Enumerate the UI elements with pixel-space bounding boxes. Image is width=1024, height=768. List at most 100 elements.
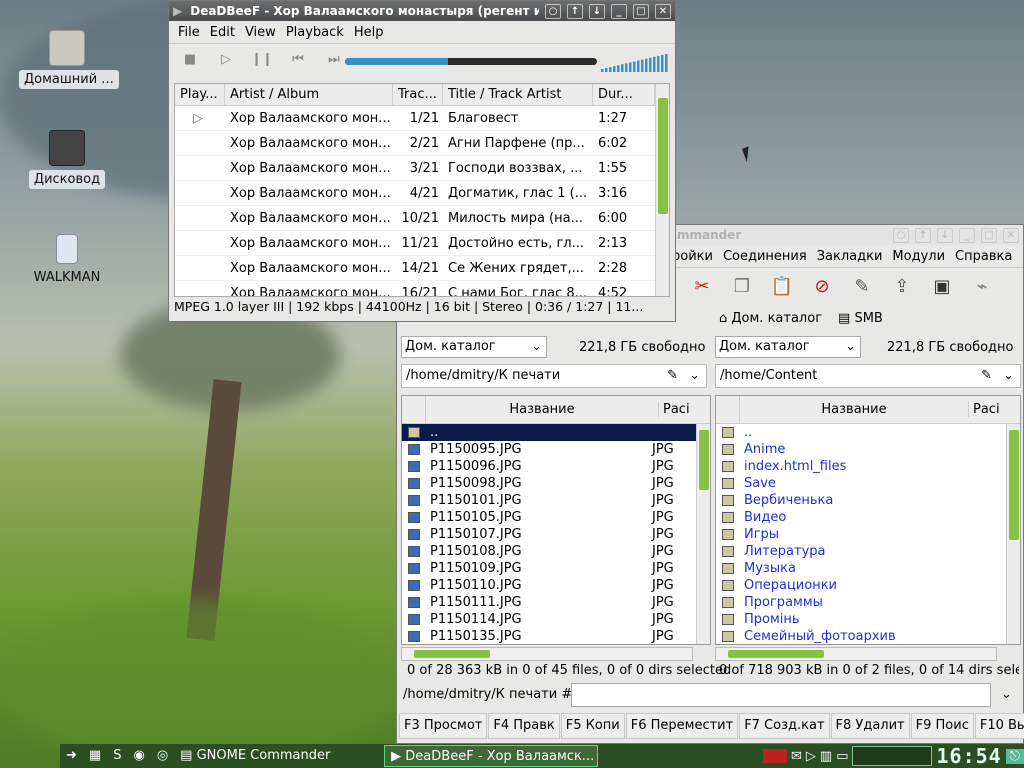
pause-icon[interactable]: ❙❙ <box>249 48 275 70</box>
terminal-icon[interactable]: ▣ <box>931 275 953 297</box>
copy-icon[interactable]: ❐ <box>731 275 753 297</box>
scroll-thumb[interactable] <box>658 98 668 214</box>
f3-view-button[interactable]: F3 Просмот <box>399 713 488 739</box>
chevron-down-icon[interactable]: ⌄ <box>1001 687 1012 702</box>
playlist-row[interactable]: Хор Валаамского мон... 16/21 С нами Бог, г… <box>175 281 669 296</box>
taskbar-item-deadbeef[interactable]: ▶ DeaDBeeF - Хор Валаамск... <box>384 745 599 767</box>
send-icon[interactable]: ⇪ <box>891 275 913 297</box>
previous-icon[interactable]: ⏮ <box>285 48 311 70</box>
menu-connections[interactable]: Соединения <box>718 249 812 264</box>
playlist-row[interactable]: ▷ Хор Валаамского мон... 1/21 Благовест 1:27 <box>175 106 669 131</box>
cut-icon[interactable]: ✂ <box>691 275 713 297</box>
menu-help[interactable]: Help <box>349 25 389 40</box>
menu-view[interactable]: View <box>240 25 281 40</box>
file-row[interactable]: P1150108.JPG JPG <box>402 543 710 560</box>
left-path[interactable]: /home/dmitry/К печати ✎ ⌄ <box>401 364 707 388</box>
playlist-row[interactable]: Хор Валаамского мон... 11/21 Достойно есть… <box>175 231 669 256</box>
playlist-row[interactable]: Хор Валаамского мон... 10/21 Милость мира … <box>175 206 669 231</box>
col-name-header[interactable]: Название <box>740 402 968 417</box>
f9-search-button[interactable]: F9 Поис <box>910 713 974 739</box>
notes-icon[interactable]: ✉ <box>791 749 802 764</box>
us-flag-icon[interactable] <box>762 749 787 763</box>
dir-row[interactable]: Игры <box>716 526 1020 543</box>
playlist-row[interactable]: Хор Валаамского мон... 4/21 Догматик, глас… <box>175 181 669 206</box>
taskbar-item-commander[interactable]: ▤ GNOME Commander <box>174 745 384 767</box>
dir-row[interactable]: Промінь <box>716 611 1020 628</box>
close-icon[interactable]: ✕ <box>655 3 671 19</box>
disconnect-icon[interactable]: ⌁ <box>971 275 993 297</box>
file-row[interactable]: P1150135.JPG JPG <box>402 628 710 644</box>
desktop-icon-home[interactable]: Домашний ... <box>19 30 119 89</box>
minimize-icon[interactable]: _ <box>959 227 975 243</box>
file-manager-launcher-icon[interactable]: ▦ <box>83 745 107 767</box>
right-vscroll[interactable] <box>1006 424 1020 644</box>
file-row[interactable]: P1150105.JPG JPG <box>402 509 710 526</box>
f10-exit-button[interactable]: F10 Выхо <box>974 713 1024 739</box>
dir-row[interactable]: Семейный_фотоархив <box>716 628 1020 644</box>
maximize-icon[interactable]: □ <box>981 227 997 243</box>
file-row[interactable]: P1150095.JPG JPG <box>402 441 710 458</box>
right-hscroll[interactable] <box>715 647 997 661</box>
file-row[interactable]: P1150114.JPG JPG <box>402 611 710 628</box>
right-drive-combo[interactable]: Дом. каталог ⌄ <box>715 336 861 358</box>
file-row[interactable]: P1150101.JPG JPG <box>402 492 710 509</box>
desktop-icon-walkman[interactable]: WALKMAN <box>19 234 115 287</box>
playlist-row[interactable]: Хор Валаамского мон... 14/21 Се Жених гряд… <box>175 256 669 281</box>
left-drive-combo[interactable]: Дом. каталог ⌄ <box>401 336 547 358</box>
f6-move-button[interactable]: F6 Переместит <box>625 713 739 739</box>
delete-icon[interactable]: ⊘ <box>811 275 833 297</box>
col-name-header[interactable]: Название <box>426 402 658 417</box>
f8-delete-button[interactable]: F8 Удалит <box>830 713 910 739</box>
col-title[interactable]: Title / Track Artist <box>443 84 593 105</box>
network-icon[interactable]: ▥ <box>820 749 832 764</box>
file-row[interactable]: P1150098.JPG JPG <box>402 475 710 492</box>
left-file-list[interactable]: Название Расі .. P1150095.JPG JPG P1150096.… <box>401 395 711 645</box>
playlist-row[interactable]: Хор Валаамского мон... 3/21 Господи воззва… <box>175 156 669 181</box>
minimize-icon[interactable]: _ <box>611 3 627 19</box>
dir-row[interactable]: Вербиченька <box>716 492 1020 509</box>
playlist-row[interactable]: Хор Валаамского мон... 2/21 Агни Парфене (… <box>175 131 669 156</box>
file-row[interactable]: P1150107.JPG JPG <box>402 526 710 543</box>
device-smb-button[interactable]: ▤ SMB <box>838 311 883 326</box>
dir-row[interactable]: Save <box>716 475 1020 492</box>
paste-icon[interactable]: 📋 <box>771 275 793 297</box>
left-vscroll[interactable] <box>696 424 710 644</box>
dir-row[interactable]: Anime <box>716 441 1020 458</box>
menu-plugins[interactable]: Модули <box>887 249 950 264</box>
dir-row[interactable]: Операционки <box>716 577 1020 594</box>
exit-icon[interactable]: ⎋ <box>1005 748 1024 764</box>
menu-playback[interactable]: Playback <box>281 25 349 40</box>
file-row[interactable]: .. <box>402 424 702 441</box>
close-icon[interactable]: ✕ <box>1003 227 1019 243</box>
file-row[interactable]: P1150109.JPG JPG <box>402 560 710 577</box>
window-menu-icon[interactable]: ○ <box>893 227 909 243</box>
playlist[interactable]: Play... Artist / Album Trac... Title / T… <box>174 83 670 297</box>
raise-icon[interactable]: ↑ <box>567 3 583 19</box>
right-path[interactable]: /home/Content ✎ ⌄ <box>715 364 1021 388</box>
menu-bookmarks[interactable]: Закладки <box>812 249 888 264</box>
menu-help[interactable]: Справка <box>950 249 1017 264</box>
desktop-icon-floppy[interactable]: Дисковод <box>19 130 115 189</box>
col-ext-header[interactable]: Расі <box>658 402 694 417</box>
browser-launcher-icon[interactable]: ◉ <box>127 745 150 767</box>
window-menu-icon[interactable]: ○ <box>545 3 561 19</box>
f5-copy-button[interactable]: F5 Копи <box>560 713 625 739</box>
playlist-scrollbar[interactable] <box>655 84 669 296</box>
dir-row[interactable]: Литература <box>716 543 1020 560</box>
file-row[interactable]: P1150111.JPG JPG <box>402 594 710 611</box>
f4-edit-button[interactable]: F4 Правк <box>488 713 560 739</box>
dir-row[interactable]: Видео <box>716 509 1020 526</box>
col-playing[interactable]: Play... <box>175 84 225 105</box>
menu-file[interactable]: File <box>173 25 205 40</box>
f7-mkdir-button[interactable]: F7 Созд.кат <box>739 713 830 739</box>
dir-row[interactable]: Программы <box>716 594 1020 611</box>
file-row[interactable]: P1150096.JPG JPG <box>402 458 710 475</box>
raise-icon[interactable]: ↑ <box>915 227 931 243</box>
device-home-button[interactable]: ⌂ Дом. каталог <box>719 311 822 326</box>
disk-icon[interactable]: ▭ <box>836 749 848 764</box>
col-artist[interactable]: Artist / Album <box>225 84 393 105</box>
player-icon[interactable]: ▷ <box>806 749 816 764</box>
volume-bar[interactable] <box>601 54 669 72</box>
file-row[interactable]: P1150110.JPG JPG <box>402 577 710 594</box>
deadbeef-titlebar[interactable]: ▶ DeaDBeeF - Хор Валаамского монастыря (… <box>169 1 675 21</box>
